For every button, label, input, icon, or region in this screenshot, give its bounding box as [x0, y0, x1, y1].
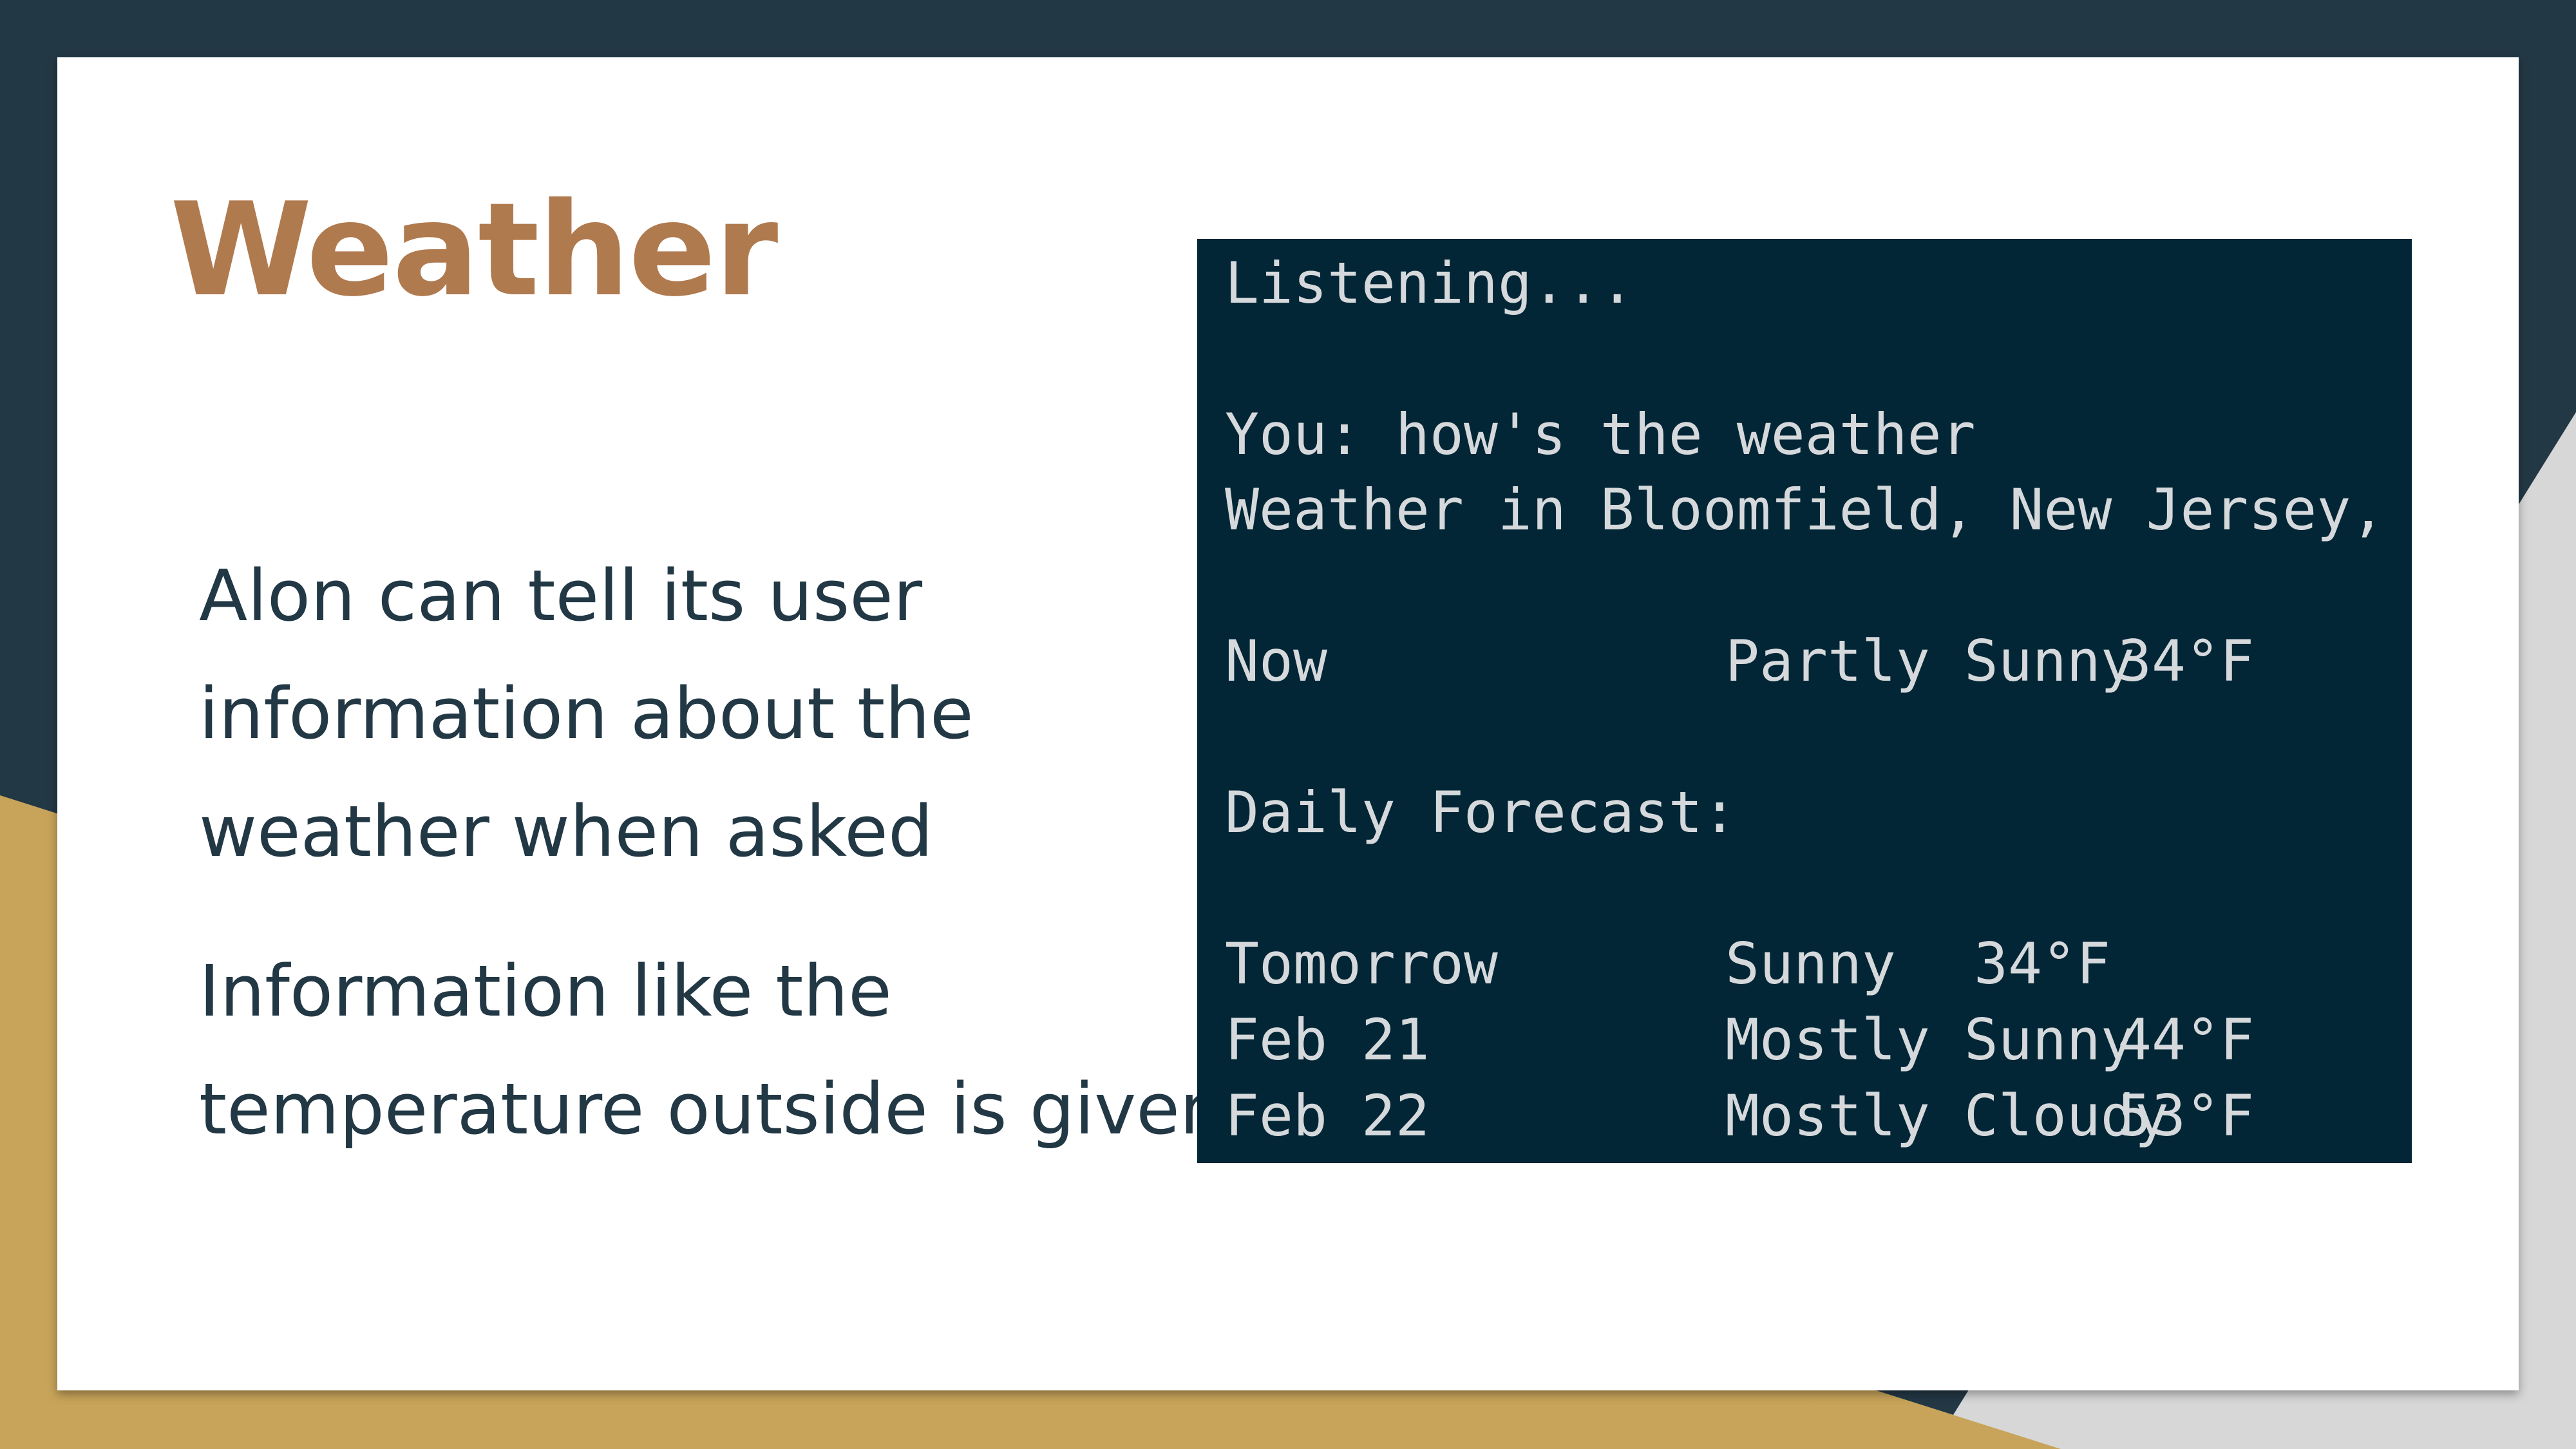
terminal-daily-forecast-header: Daily Forecast: [1225, 779, 1737, 846]
body-paragraph-temperature: Information like the temperature outside… [199, 950, 1225, 1150]
terminal-user-query: You: how's the weather [1225, 401, 1976, 468]
slide-body: Alon can tell its user information about… [199, 537, 1332, 1210]
current-label: Now [1225, 628, 1327, 694]
forecast-condition: Sunny [1725, 931, 1896, 997]
forecast-day: Feb 22 [1225, 1083, 1430, 1149]
terminal-listening-line: Listening... [1225, 250, 1634, 316]
forecast-condition: Mostly Cloudy [1725, 1083, 2169, 1149]
slide-title: Weather [170, 175, 778, 325]
terminal-screenshot: Listening... You: how's the weather Weat… [1197, 239, 2412, 1163]
current-condition: Partly Sunny [1725, 628, 2135, 694]
terminal-current-row: Now Partly Sunny 34°F [1225, 623, 2412, 699]
forecast-temperature: 53°F [2117, 1083, 2254, 1149]
current-temperature: 34°F [2117, 628, 2254, 694]
forecast-day: Tomorrow [1225, 931, 1498, 997]
forecast-row: Feb 22 Mostly Cloudy 53°F [1225, 1078, 2412, 1154]
forecast-temperature: 44°F [2117, 1007, 2254, 1073]
forecast-condition: Mostly Sunny [1725, 1007, 2135, 1073]
forecast-temperature: 34°F [1974, 931, 2110, 997]
terminal-location-header: Weather in Bloomfield, New Jersey, US: [1225, 477, 2412, 543]
forecast-row: Tomorrow Sunny 34°F [1225, 926, 2412, 1002]
forecast-row: Feb 21 Mostly Sunny 44°F [1225, 1002, 2412, 1078]
forecast-day: Feb 21 [1225, 1007, 1430, 1073]
body-paragraph-capability: Alon can tell its user information about… [199, 554, 974, 873]
